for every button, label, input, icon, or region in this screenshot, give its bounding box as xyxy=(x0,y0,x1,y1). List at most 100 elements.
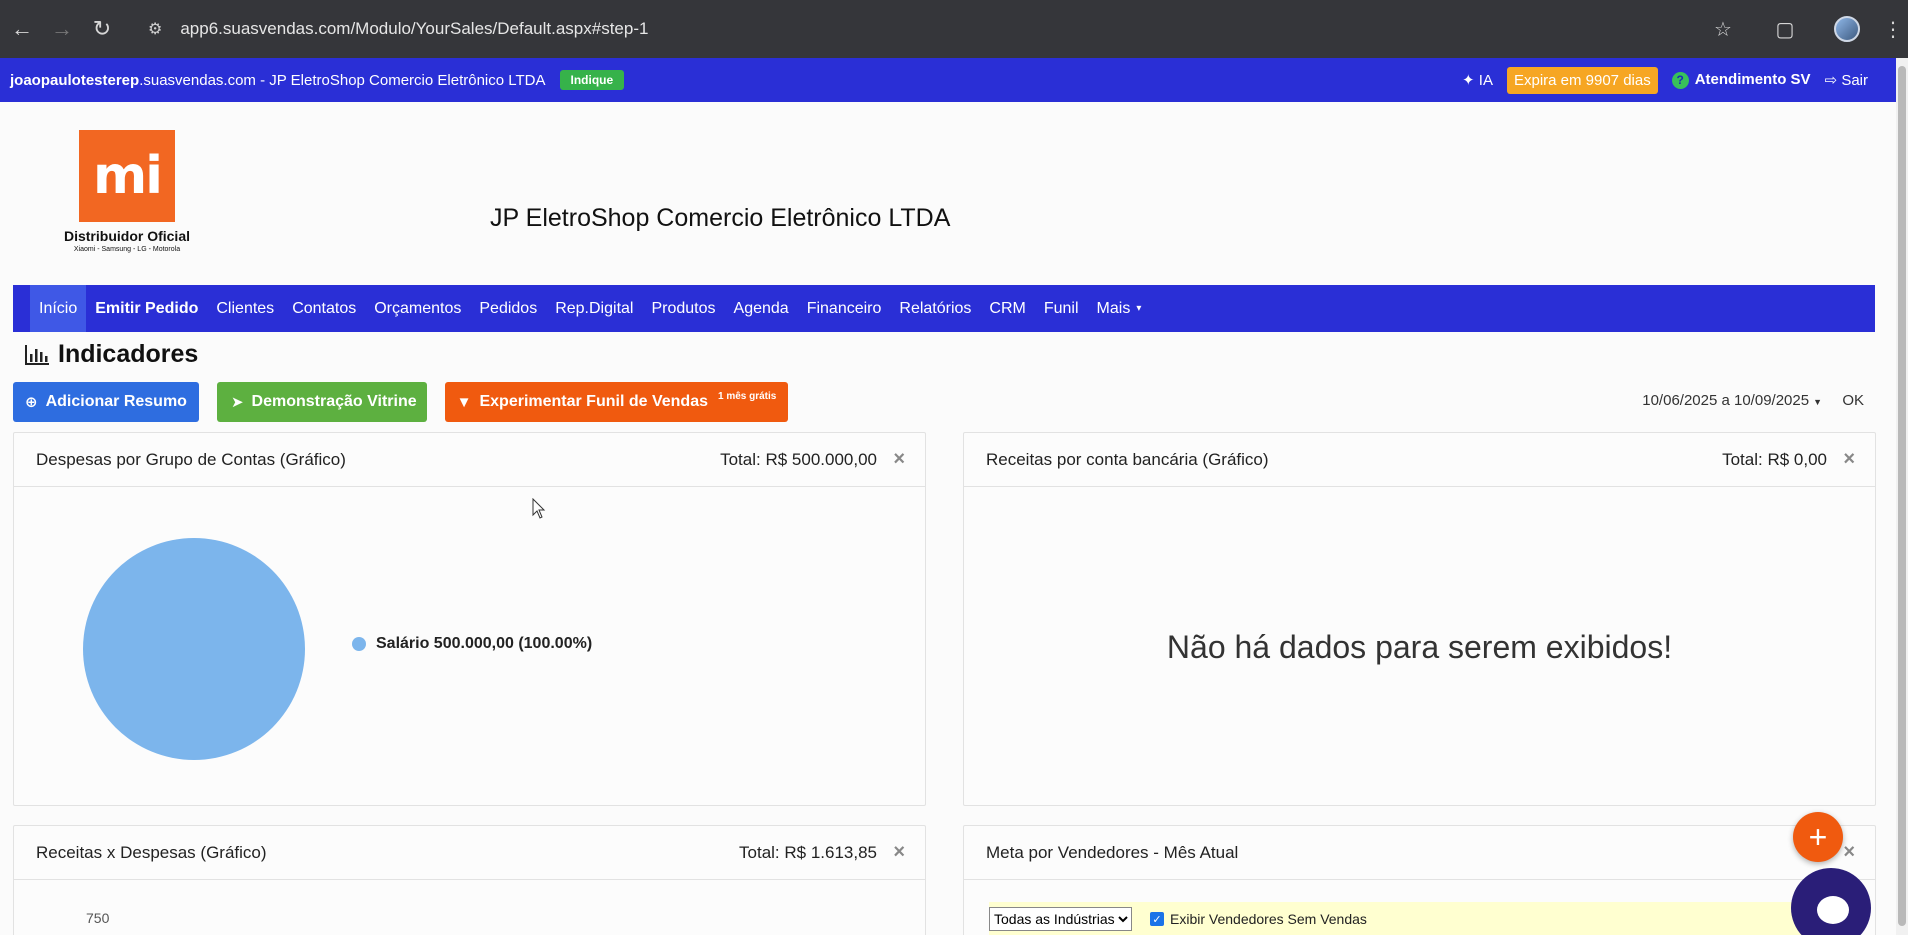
profile-avatar[interactable] xyxy=(1816,16,1878,42)
menu-item-financeiro[interactable]: Financeiro xyxy=(798,285,891,332)
domain-rest: .suasvendas.com - JP EletroShop Comercio… xyxy=(139,71,546,89)
demo-vitrine-button[interactable]: ➤ Demonstração Vitrine xyxy=(216,382,427,422)
logo-line2: Xiaomi - Samsung - LG - Motorola xyxy=(73,246,181,253)
menu-item-produtos[interactable]: Produtos xyxy=(642,285,724,332)
help-icon: ? xyxy=(1671,71,1689,89)
url-text: app6.suasvendas.com/Modulo/YourSales/Def… xyxy=(180,19,649,38)
menu-item-label: Rep.Digital xyxy=(555,299,634,317)
receitas-conta-panel: Receitas por conta bancária (Gráfico) To… xyxy=(963,432,1876,806)
main-menu: Início Emitir Pedido Clientes Contatos Orçam… xyxy=(13,285,1875,332)
date-range-text: 10/06/2025 a 10/09/2025 xyxy=(1642,392,1810,409)
funnel-icon: ▼ xyxy=(456,393,472,411)
back-icon[interactable]: ← xyxy=(2,9,42,49)
menu-item-label: Início xyxy=(39,299,78,317)
atendimento-link[interactable]: ? Atendimento SV xyxy=(1671,71,1811,89)
pie-slice-sal-rio[interactable] xyxy=(83,538,305,760)
mouse-cursor-icon xyxy=(532,498,546,519)
menu-item-label: CRM xyxy=(989,299,1026,317)
panel-total: Total: R$ 500.000,00 xyxy=(720,449,877,469)
menu-item-label: Relatórios xyxy=(899,299,972,317)
avatar xyxy=(1834,16,1860,42)
menu-item-mais[interactable]: Mais ▾ xyxy=(1088,285,1151,332)
meta-vendedores-panel: Meta por Vendedores - Mês Atual × Todas … xyxy=(963,825,1876,935)
sparkle-icon: ✦ xyxy=(1462,72,1475,89)
close-icon[interactable]: × xyxy=(893,841,905,864)
menu-item-in-cio[interactable]: Início xyxy=(30,285,87,332)
demo-vitrine-label: Demonstração Vitrine xyxy=(251,393,417,410)
menu-item-emitir-pedido[interactable]: Emitir Pedido xyxy=(86,285,207,332)
panel-header: Receitas por conta bancária (Gráfico) To… xyxy=(964,433,1875,487)
menu-item-label: Agenda xyxy=(733,299,789,317)
menu-item-clientes[interactable]: Clientes xyxy=(207,285,283,332)
menu-item-label: Emitir Pedido xyxy=(95,299,199,317)
indique-button[interactable]: Indique xyxy=(559,70,625,90)
action-bar: ⊕ Adicionar Resumo ➤ Demonstração Vitrine … xyxy=(13,382,789,422)
menu-item-label: Funil xyxy=(1043,299,1079,317)
paper-plane-icon: ➤ xyxy=(230,394,244,411)
show-no-sales-checkbox[interactable]: ✓ Exibir Vendedores Sem Vendas xyxy=(1150,911,1367,927)
menu-item-or-amentos[interactable]: Orçamentos xyxy=(365,285,470,332)
date-range-picker[interactable]: 10/06/2025 a 10/09/2025 ▼ xyxy=(1642,392,1822,409)
indicadores-title: Indicadores xyxy=(58,340,199,368)
account-domain: joaopaulotesterep.suasvendas.com - JP El… xyxy=(10,72,546,89)
close-icon[interactable]: × xyxy=(893,448,905,471)
panel-title: Receitas por conta bancária (Gráfico) xyxy=(986,449,1269,469)
menu-item-contatos[interactable]: Contatos xyxy=(283,285,365,332)
industry-select[interactable]: Todas as Indústrias xyxy=(989,907,1132,931)
expiration-badge[interactable]: Expira em 9907 dias xyxy=(1506,66,1658,94)
scrollbar-thumb[interactable] xyxy=(1898,66,1906,926)
menu-item-label: Contatos xyxy=(292,299,357,317)
menu-item-agenda[interactable]: Agenda xyxy=(725,285,798,332)
pie-legend[interactable]: Salário 500.000,00 (100.00%) xyxy=(352,635,592,653)
chat-bubble-icon xyxy=(1817,896,1849,924)
menu-item-label: Mais xyxy=(1096,299,1131,317)
add-resumo-button[interactable]: ⊕ Adicionar Resumo xyxy=(13,382,199,422)
y-tick-label: 750 xyxy=(86,910,110,926)
menu-item-relat-rios[interactable]: Relatórios xyxy=(890,285,980,332)
receitas-despesas-panel: Receitas x Despesas (Gráfico) Total: R$ … xyxy=(13,825,926,935)
reload-icon[interactable]: ↻ xyxy=(82,9,122,49)
page-scrollbar[interactable] xyxy=(1896,58,1908,935)
site-settings-icon[interactable]: ⚙ xyxy=(148,19,162,39)
panel-total: Total: R$ 1.613,85 xyxy=(739,842,877,862)
mi-logo-mark: mi xyxy=(79,130,175,222)
no-data-message: Não há dados para serem exibidos! xyxy=(1166,628,1673,665)
panel-header: Meta por Vendedores - Mês Atual × xyxy=(964,826,1875,880)
logout-label: Sair xyxy=(1841,72,1868,89)
browser-menu-icon[interactable]: ⋮ xyxy=(1878,17,1908,42)
ia-button[interactable]: ✦ IA xyxy=(1462,71,1493,89)
menu-item-funil[interactable]: Funil xyxy=(1035,285,1088,332)
logout-link[interactable]: ⇨ Sair xyxy=(1825,71,1868,89)
caret-down-icon: ▼ xyxy=(1813,397,1822,407)
menu-item-pedidos[interactable]: Pedidos xyxy=(470,285,546,332)
bookmark-star-icon[interactable]: ☆ xyxy=(1692,17,1754,42)
funil-label: Experimentar Funil de Vendas xyxy=(479,393,708,410)
account-bar: joaopaulotesterep.suasvendas.com - JP El… xyxy=(0,58,1896,102)
forward-icon[interactable]: → xyxy=(42,9,82,49)
menu-item-label: Produtos xyxy=(651,299,716,317)
funil-button[interactable]: ▼ Experimentar Funil de Vendas 1 mês gráti… xyxy=(444,382,789,422)
caret-down-icon: ▾ xyxy=(1136,303,1142,314)
browser-toolbar: ← → ↻ ⚙ app6.suasvendas.com/Modulo/YourS… xyxy=(0,0,1908,58)
menu-item-rep-digital[interactable]: Rep.Digital xyxy=(546,285,642,332)
funil-badge: 1 mês grátis xyxy=(717,390,777,402)
panel-title: Meta por Vendedores - Mês Atual xyxy=(986,842,1239,862)
ok-button[interactable]: OK xyxy=(1842,392,1864,409)
close-icon[interactable]: × xyxy=(1843,448,1855,471)
meta-filter-bar: Todas as Indústrias ✓ Exibir Vendedores S… xyxy=(989,902,1859,935)
subdomain: joaopaulotesterep xyxy=(10,71,140,89)
add-resumo-label: Adicionar Resumo xyxy=(45,393,187,410)
menu-item-crm[interactable]: CRM xyxy=(980,285,1034,332)
menu-item-label: Clientes xyxy=(216,299,275,317)
menu-item-label: Pedidos xyxy=(479,299,538,317)
company-name: JP EletroShop Comercio Eletrônico LTDA xyxy=(490,204,951,232)
extensions-icon[interactable]: ▢ xyxy=(1754,17,1816,42)
logo-mark-text: mi xyxy=(92,146,163,206)
add-fab-button[interactable]: + xyxy=(1793,812,1843,862)
menu-item-label: Orçamentos xyxy=(374,299,462,317)
address-bar[interactable]: ⚙ app6.suasvendas.com/Modulo/YourSales/D… xyxy=(148,19,648,39)
menu-item-label: Financeiro xyxy=(806,299,882,317)
pie-chart xyxy=(83,538,305,760)
close-icon[interactable]: × xyxy=(1843,841,1855,864)
ia-label: IA xyxy=(1478,72,1493,89)
